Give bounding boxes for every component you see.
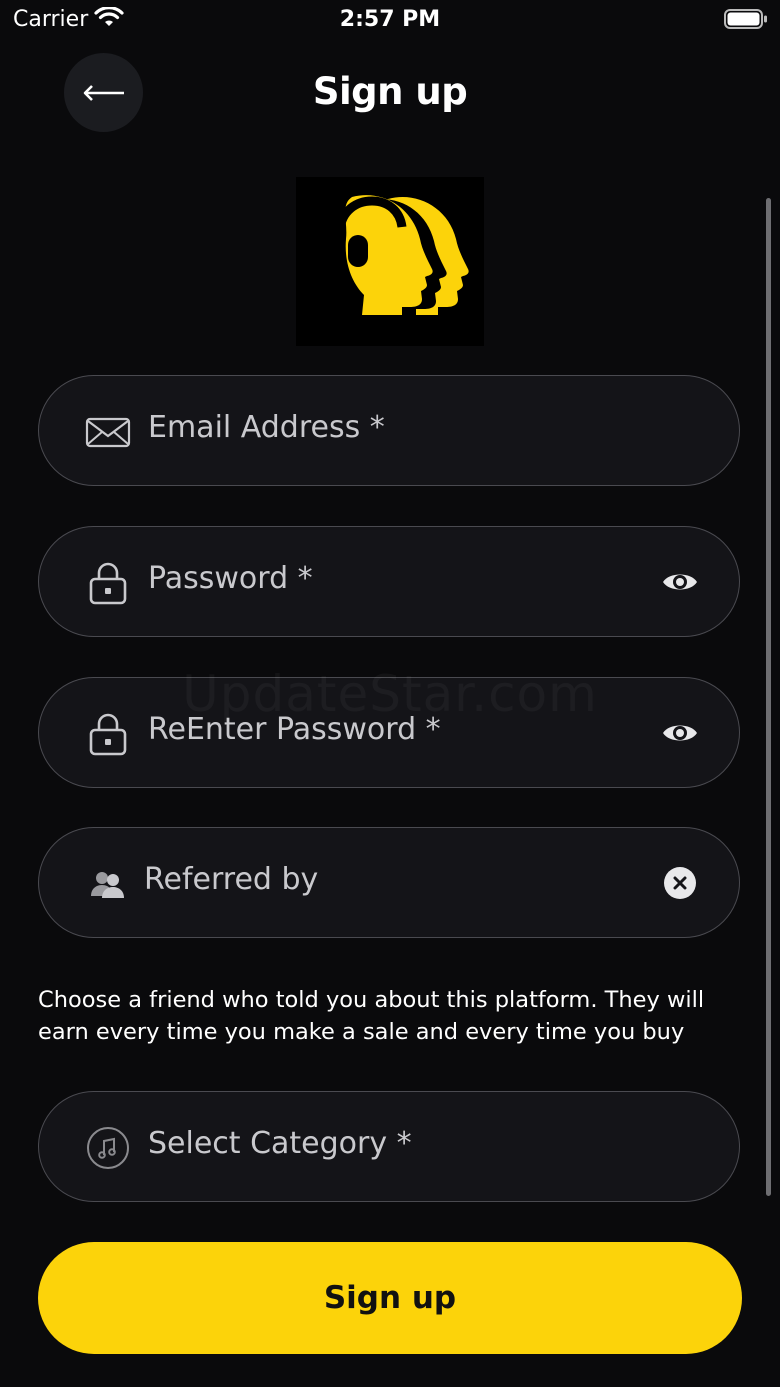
email-field[interactable]: Email Address * xyxy=(38,375,740,486)
page-title: Sign up xyxy=(312,70,468,113)
music-note-icon xyxy=(87,1127,129,1169)
users-icon xyxy=(91,872,124,898)
referral-help-text: Choose a friend who told you about this … xyxy=(38,987,705,1045)
sign-up-button[interactable]: Sign up xyxy=(38,1242,742,1354)
eye-icon[interactable] xyxy=(661,564,699,600)
twin-heads-logo-icon xyxy=(296,177,484,346)
watermark: UpdateStar.com xyxy=(0,665,780,723)
envelope-icon xyxy=(85,417,131,448)
referred-by-field[interactable]: Referred by xyxy=(38,827,740,938)
app-logo xyxy=(296,177,484,346)
battery-icon xyxy=(724,9,767,29)
lock-icon xyxy=(89,562,127,605)
email-input[interactable]: Email Address * xyxy=(148,410,385,445)
status-bar: Carrier 2:57 PM xyxy=(0,0,780,42)
status-time: 2:57 PM xyxy=(339,7,441,32)
close-circle-icon[interactable] xyxy=(661,865,699,901)
category-select-label[interactable]: Select Category * xyxy=(148,1126,412,1161)
password-input[interactable]: Password * xyxy=(148,561,313,596)
sign-up-button-label: Sign up xyxy=(323,1280,457,1316)
password-field[interactable]: Password * xyxy=(38,526,740,637)
referred-by-input[interactable]: Referred by xyxy=(144,862,318,897)
category-select[interactable]: Select Category * xyxy=(38,1091,740,1202)
